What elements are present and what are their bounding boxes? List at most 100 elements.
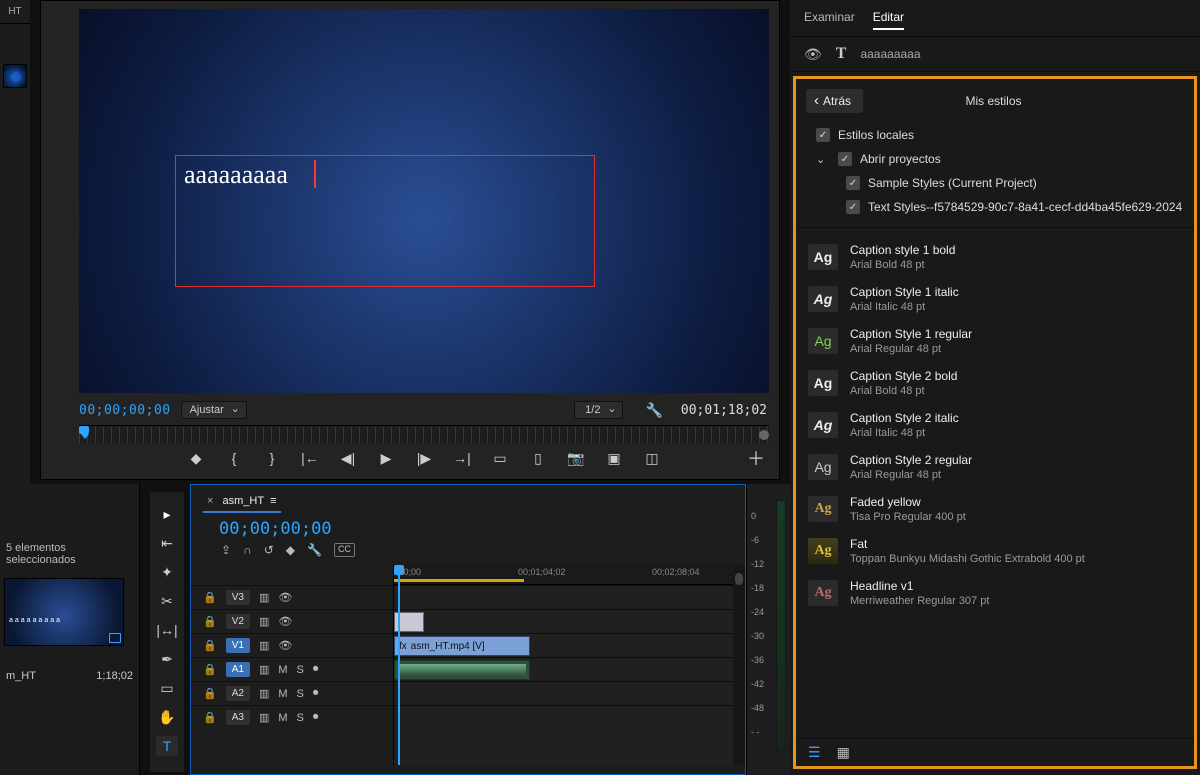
lock-icon[interactable]: 🔒 bbox=[203, 687, 217, 700]
linked-sel-icon[interactable]: ↺ bbox=[264, 543, 274, 557]
track-target-a2[interactable]: A2 bbox=[226, 686, 250, 701]
track-target-v1[interactable]: V1 bbox=[226, 638, 250, 653]
lane-a2[interactable] bbox=[394, 681, 745, 705]
eye-icon[interactable]: 👁 bbox=[278, 615, 292, 628]
checkbox[interactable] bbox=[846, 200, 860, 214]
lane-a3[interactable] bbox=[394, 705, 745, 729]
lock-icon[interactable]: 🔒 bbox=[203, 663, 217, 676]
type-tool-icon[interactable]: T bbox=[156, 736, 178, 756]
audio-clip[interactable] bbox=[394, 660, 530, 680]
step-fwd-icon[interactable]: |▶ bbox=[415, 449, 433, 467]
checkbox[interactable] bbox=[838, 152, 852, 166]
graphics-layer-row[interactable]: 👁 T aaaaaaaaa bbox=[790, 36, 1200, 72]
lock-icon[interactable]: 🔒 bbox=[203, 639, 217, 652]
voiceover-icon[interactable]: ⏺ bbox=[313, 687, 319, 700]
mute-icon[interactable]: M bbox=[278, 688, 287, 700]
rectangle-tool-icon[interactable]: ▭ bbox=[156, 678, 178, 698]
solo-icon[interactable]: S bbox=[297, 664, 304, 676]
style-item[interactable]: AgCaption Style 2 italicArial Italic 48 … bbox=[796, 404, 1194, 446]
grid-view-icon[interactable]: ▦ bbox=[837, 744, 850, 761]
style-item[interactable]: AgCaption Style 1 regularArial Regular 4… bbox=[796, 320, 1194, 362]
project-thumb[interactable]: aaaaaaaaa bbox=[4, 578, 124, 646]
track-target-a1[interactable]: A1 bbox=[226, 662, 250, 677]
export-frame-icon[interactable]: 📷 bbox=[567, 449, 585, 467]
filter-open-projects[interactable]: Abrir proyectos bbox=[860, 152, 941, 166]
lane-a1[interactable] bbox=[394, 657, 745, 681]
style-item[interactable]: AgCaption Style 2 regularArial Regular 4… bbox=[796, 446, 1194, 488]
tab-edit[interactable]: Editar bbox=[873, 10, 904, 30]
style-item[interactable]: AgCaption style 1 boldArial Bold 48 pt bbox=[796, 236, 1194, 278]
tl-settings-icon[interactable]: 🔧 bbox=[307, 543, 322, 557]
ripple-tool-icon[interactable]: ✦ bbox=[156, 562, 178, 582]
lift-icon[interactable]: ▭ bbox=[491, 449, 509, 467]
settings-wrench-icon[interactable]: 🔧 bbox=[645, 402, 662, 419]
extract-icon[interactable]: ▯ bbox=[529, 449, 547, 467]
filmstrip-icon[interactable]: ▥ bbox=[259, 591, 269, 604]
go-to-out-icon[interactable]: →| bbox=[453, 449, 471, 467]
voiceover-icon[interactable]: ⏺ bbox=[313, 663, 319, 676]
step-back-icon[interactable]: ◀| bbox=[339, 449, 357, 467]
nest-icon[interactable]: ⇪ bbox=[221, 543, 231, 557]
safe-margins-icon[interactable]: ◫ bbox=[643, 449, 661, 467]
left-tab-ht[interactable]: HT bbox=[0, 0, 30, 24]
title-text[interactable]: aaaaaaaaa bbox=[184, 160, 288, 190]
program-viewport[interactable]: aaaaaaaaa bbox=[79, 9, 769, 393]
track-select-tool-icon[interactable]: ⇤ bbox=[156, 533, 178, 553]
close-icon[interactable]: × bbox=[207, 495, 213, 507]
razor-tool-icon[interactable]: ✂ bbox=[156, 591, 178, 611]
program-playhead[interactable] bbox=[79, 426, 91, 438]
checkbox[interactable] bbox=[816, 128, 830, 142]
filmstrip-icon[interactable]: ▥ bbox=[259, 711, 269, 724]
checkbox[interactable] bbox=[846, 176, 860, 190]
lane-v2[interactable] bbox=[394, 609, 745, 633]
program-ruler[interactable] bbox=[79, 425, 769, 443]
tab-browse[interactable]: Examinar bbox=[804, 10, 855, 30]
list-view-icon[interactable]: ☰ bbox=[808, 744, 821, 761]
mute-icon[interactable]: M bbox=[278, 712, 287, 724]
filmstrip-icon[interactable]: ▥ bbox=[259, 639, 269, 652]
lock-icon[interactable]: 🔒 bbox=[203, 711, 217, 724]
filter-local-styles[interactable]: Estilos locales bbox=[838, 128, 914, 142]
filter-text-styles-file[interactable]: Text Styles--f5784529-90c7-8a41-cecf-dd4… bbox=[868, 200, 1182, 214]
filmstrip-icon[interactable]: ▥ bbox=[259, 663, 269, 676]
timeline-playhead-tc[interactable]: 00;00;00;00 bbox=[203, 513, 733, 543]
selection-tool-icon[interactable]: ▸ bbox=[156, 504, 178, 524]
resolution-select[interactable]: 1/2 bbox=[574, 401, 623, 419]
title-text-frame[interactable]: aaaaaaaaa bbox=[175, 155, 595, 287]
timeline-vscroll[interactable] bbox=[733, 565, 745, 765]
zoom-fit-select[interactable]: Ajustar bbox=[181, 401, 247, 419]
style-item[interactable]: AgCaption Style 2 boldArial Bold 48 pt bbox=[796, 362, 1194, 404]
lock-icon[interactable]: 🔒 bbox=[203, 591, 217, 604]
lane-v1[interactable]: fx asm_HT.mp4 [V] bbox=[394, 633, 745, 657]
mark-in-icon[interactable]: { bbox=[225, 449, 243, 467]
eye-icon[interactable]: 👁 bbox=[278, 639, 292, 652]
hand-tool-icon[interactable]: ✋ bbox=[156, 707, 178, 727]
mute-icon[interactable]: M bbox=[278, 664, 287, 676]
filmstrip-icon[interactable]: ▥ bbox=[259, 687, 269, 700]
go-to-in-icon[interactable]: |← bbox=[301, 449, 319, 467]
program-end-marker[interactable] bbox=[759, 430, 769, 440]
style-item[interactable]: AgFatToppan Bunkyu Midashi Gothic Extrab… bbox=[796, 530, 1194, 572]
solo-icon[interactable]: S bbox=[297, 712, 304, 724]
back-button[interactable]: Atrás bbox=[806, 89, 863, 113]
lock-icon[interactable]: 🔒 bbox=[203, 615, 217, 628]
slip-tool-icon[interactable]: |↔| bbox=[156, 620, 178, 640]
style-item[interactable]: AgCaption Style 1 italicArial Italic 48 … bbox=[796, 278, 1194, 320]
voiceover-icon[interactable]: ⏺ bbox=[313, 711, 319, 724]
style-item[interactable]: AgFaded yellowTisa Pro Regular 400 pt bbox=[796, 488, 1194, 530]
track-target-v3[interactable]: V3 bbox=[226, 590, 250, 605]
track-target-a3[interactable]: A3 bbox=[226, 710, 250, 725]
pen-tool-icon[interactable]: ✒ bbox=[156, 649, 178, 669]
track-target-v2[interactable]: V2 bbox=[226, 614, 250, 629]
project-clip-name[interactable]: m_HT bbox=[6, 670, 36, 682]
style-item[interactable]: AgHeadline v1Merriweather Regular 307 pt bbox=[796, 572, 1194, 614]
filmstrip-icon[interactable]: ▥ bbox=[259, 615, 269, 628]
compare-icon[interactable]: ▣ bbox=[605, 449, 623, 467]
chevron-down-icon[interactable]: ⌄ bbox=[816, 153, 830, 166]
timeline-track-area[interactable]: ;00;00 00;01;04;02 00;02;08;04 fx asm_HT… bbox=[393, 565, 745, 765]
video-clip[interactable]: fx asm_HT.mp4 [V] bbox=[394, 636, 530, 656]
solo-icon[interactable]: S bbox=[297, 688, 304, 700]
mark-out-icon[interactable]: } bbox=[263, 449, 281, 467]
add-marker-icon[interactable]: ◆ bbox=[187, 449, 205, 467]
lane-v3[interactable] bbox=[394, 585, 745, 609]
